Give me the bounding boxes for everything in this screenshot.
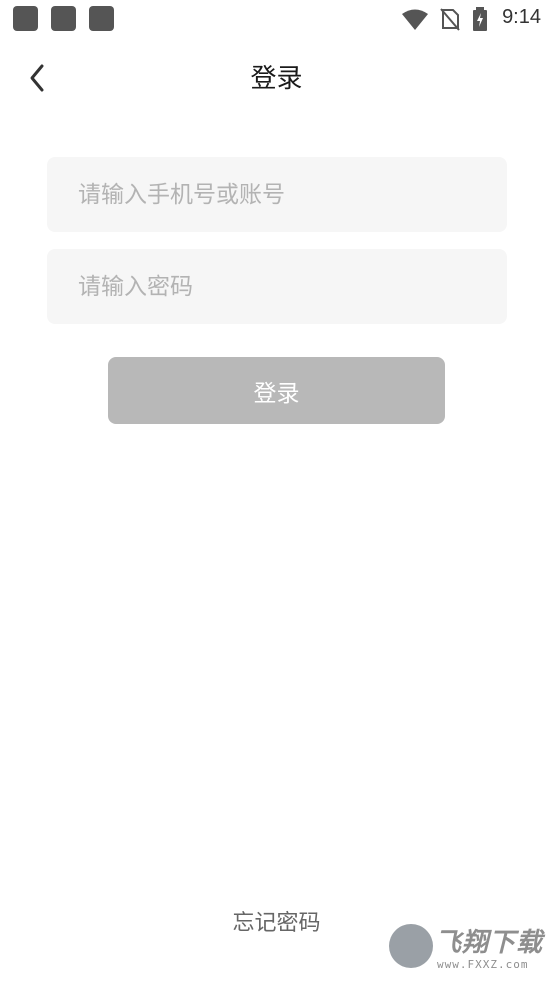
watermark-logo: 飞翔下载 www.FXXZ.com <box>385 920 550 975</box>
account-field[interactable] <box>47 157 507 232</box>
notification-icon <box>89 6 114 31</box>
page-title: 登录 <box>250 64 303 94</box>
login-button[interactable]: 登录 <box>108 357 445 424</box>
status-time: 9:14 <box>502 6 541 28</box>
watermark-url: www.FXXZ.com <box>437 958 529 971</box>
battery-charging-icon <box>473 7 487 31</box>
status-bar: 9:14 <box>0 0 553 40</box>
watermark-emblem <box>389 924 433 968</box>
notification-icon <box>13 6 38 31</box>
account-input[interactable] <box>47 157 507 232</box>
password-input[interactable] <box>47 249 507 324</box>
password-field[interactable] <box>47 249 507 324</box>
notification-icon <box>51 6 76 31</box>
watermark-brand: 飞翔下载 <box>435 928 544 958</box>
no-sim-icon <box>440 8 460 31</box>
wifi-icon <box>402 9 428 30</box>
nav-bar: 登录 <box>0 48 553 102</box>
